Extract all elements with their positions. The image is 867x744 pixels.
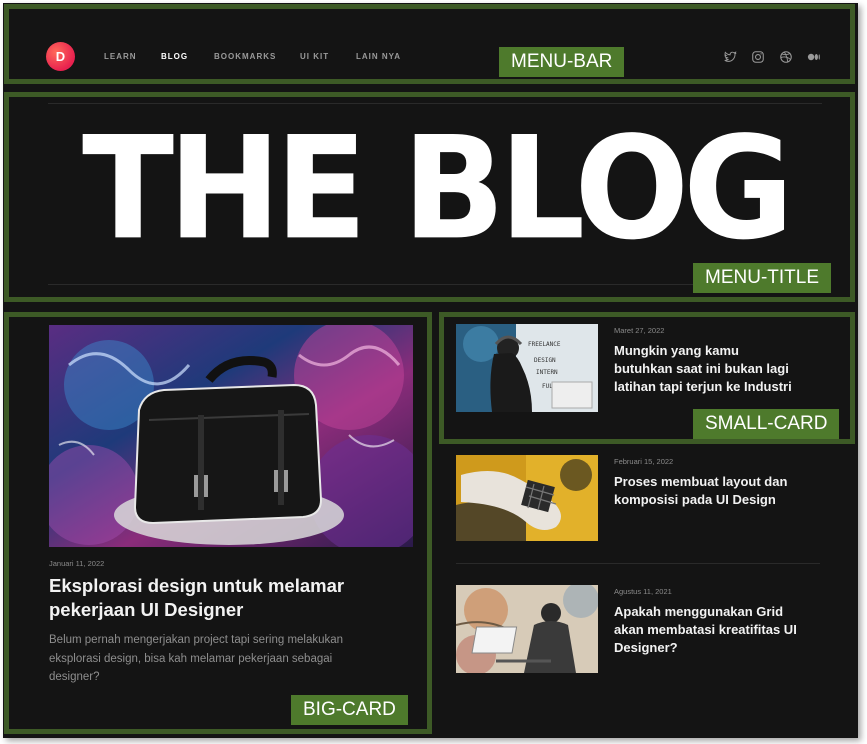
post-excerpt: designer? xyxy=(49,671,100,683)
twitter-icon[interactable] xyxy=(723,50,737,64)
nav-link-ui-kit[interactable]: UI KIT xyxy=(300,52,329,61)
post-date: Maret 27, 2022 xyxy=(614,326,665,335)
post-date: Januari 11, 2022 xyxy=(49,559,105,568)
instagram-icon[interactable] xyxy=(751,50,765,64)
post-excerpt: Belum pernah mengerjakan project tapi se… xyxy=(49,634,344,646)
post-title[interactable]: latihan tapi terjun ke Industri xyxy=(614,379,792,394)
medium-icon[interactable] xyxy=(807,50,821,64)
nav-link-bookmarks[interactable]: BOOKMARKS xyxy=(214,52,276,61)
dribbble-icon[interactable] xyxy=(779,50,793,64)
divider xyxy=(456,563,820,564)
post-title[interactable]: Apakah menggunakan Grid xyxy=(614,604,783,619)
post-date: Februari 15, 2022 xyxy=(614,457,674,466)
post-title[interactable]: Designer? xyxy=(614,640,678,655)
post-title[interactable]: Mungkin yang kamu xyxy=(614,343,739,358)
post-date: Agustus 11, 2021 xyxy=(614,587,672,596)
post-title[interactable]: pekerjaan UI Designer xyxy=(49,599,243,621)
post-title[interactable]: Proses membuat layout dan xyxy=(614,474,787,489)
post-title[interactable]: akan membatasi kreatifitas UI xyxy=(614,622,797,637)
small-card-label: SMALL-CARD xyxy=(693,409,840,439)
post-thumbnail-rubiks-cube[interactable] xyxy=(456,455,598,541)
menu-title-label: MENU-TITLE xyxy=(693,263,831,293)
divider xyxy=(48,103,822,104)
post-excerpt: eksplorasi design, bisa kah melamar peke… xyxy=(49,653,333,665)
nav-link-blog[interactable]: BLOG xyxy=(161,52,188,61)
post-title[interactable]: komposisi pada UI Design xyxy=(614,492,776,507)
page-title: THE BLOG xyxy=(82,105,794,271)
post-title[interactable]: butuhkan saat ini bukan lagi xyxy=(614,361,789,376)
post-thumbnail-designer[interactable]: FREELANCE DESIGN INTERN FULLTIME xyxy=(456,324,598,412)
site-logo[interactable]: D xyxy=(46,42,75,71)
nav-link-lain-nya[interactable]: LAIN NYA xyxy=(356,52,401,61)
post-thumbnail-laptop-man[interactable] xyxy=(456,585,598,673)
nav-link-learn[interactable]: LEARN xyxy=(104,52,137,61)
menu-bar-label: MENU-BAR xyxy=(499,47,625,77)
svg-text:INTERN: INTERN xyxy=(536,369,558,376)
featured-image-briefcase[interactable] xyxy=(49,325,413,547)
svg-text:FREELANCE: FREELANCE xyxy=(528,341,561,348)
post-title[interactable]: Eksplorasi design untuk melamar xyxy=(49,575,344,597)
svg-text:DESIGN: DESIGN xyxy=(534,357,556,364)
big-card-label: BIG-CARD xyxy=(291,695,408,725)
